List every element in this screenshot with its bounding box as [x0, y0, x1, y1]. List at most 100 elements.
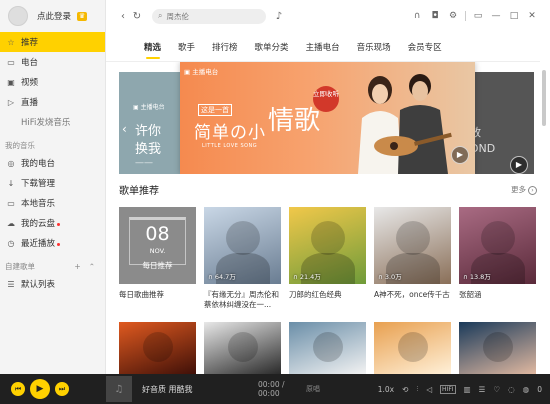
playlist-card[interactable] — [289, 322, 366, 374]
playlist-title[interactable]: 每日歌曲推荐 — [119, 290, 196, 310]
playlist-cover[interactable]: ∩ 3.0万 — [374, 207, 451, 284]
playlist-cover[interactable] — [459, 322, 536, 374]
playlist-title[interactable]: 张韶涵 — [459, 290, 536, 310]
voice-search-icon[interactable]: ♪ — [272, 11, 286, 22]
skin-icon[interactable]: ◘ — [429, 11, 441, 21]
desktop-lyric-icon[interactable]: ▥ — [464, 385, 471, 394]
tab-1[interactable]: 歌手 — [178, 38, 195, 58]
download-icon: ↓ — [7, 178, 15, 188]
playlist-cover[interactable] — [289, 322, 366, 374]
playlist-card[interactable] — [119, 322, 196, 374]
playlist-icon[interactable]: ☰ — [479, 385, 486, 394]
banner-right[interactable]: 放 DND ▶ — [468, 72, 534, 174]
volume-icon[interactable]: ◁ — [426, 385, 432, 394]
share-icon[interactable]: ◍ — [523, 385, 530, 394]
refresh-icon[interactable]: ↻ — [130, 11, 144, 22]
sidebar-item-download[interactable]: ↓ 下载管理 — [0, 173, 105, 193]
playlist-cover[interactable] — [119, 322, 196, 374]
add-playlist-icon[interactable]: + — [74, 262, 80, 271]
playlist-card[interactable] — [204, 322, 281, 374]
listen-now-button[interactable]: 立即收听 — [313, 86, 339, 112]
equalizer-icon[interactable]: ⫶ — [416, 384, 418, 394]
playlist-card[interactable]: ∩ 13.8万张韶涵 — [459, 207, 536, 310]
collapse-icon[interactable]: ⌃ — [89, 262, 95, 271]
playlist-card[interactable] — [459, 322, 536, 374]
more-label: 更多 — [511, 185, 526, 194]
vocal-toggle[interactable]: 原唱 — [306, 384, 324, 394]
playlist-cover[interactable]: ∩ 13.8万 — [459, 207, 536, 284]
tab-4[interactable]: 主播电台 — [306, 38, 340, 58]
banner-carousel[interactable]: ▣ 主播电台 许你 换我 —— ‹ 放 DND ▶ ▣ 主播电台 这是一首 简单… — [106, 62, 540, 174]
settings-icon[interactable]: ⚙ — [447, 11, 459, 21]
tab-6[interactable]: 会员专区 — [408, 38, 442, 58]
section-title: 歌单推荐 — [119, 186, 159, 197]
minimize-icon[interactable]: — — [490, 11, 502, 21]
hifi-button[interactable]: HIFI — [440, 384, 456, 394]
search-input[interactable] — [166, 11, 247, 21]
prev-banner-icon[interactable]: ‹ — [122, 122, 127, 136]
maximize-icon[interactable]: □ — [508, 11, 520, 21]
loop-icon[interactable]: ⟲ — [402, 385, 408, 394]
sidebar-item-local-music[interactable]: ▭ 本地音乐 — [0, 193, 105, 213]
section-title: 自建歌单 — [5, 262, 35, 271]
sidebar-item-label: 本地音乐 — [21, 199, 56, 209]
playlist-card[interactable]: ∩ 21.4万刀郎的红色经典 — [289, 207, 366, 310]
back-icon[interactable]: ‹ — [116, 11, 130, 22]
sidebar-item-hifi[interactable]: HiFi发烧音乐 — [0, 112, 105, 132]
playlist-card[interactable]: 08 NOV. 每日推荐每日歌曲推荐 — [119, 207, 196, 310]
banner-main[interactable]: ▣ 主播电台 这是一首 简单の小 情歌 LITTLE LOVE SONG 立即收… — [180, 62, 475, 174]
sidebar-item-live[interactable]: ▷ 直播 — [0, 92, 105, 112]
playlist-cover[interactable]: 08 NOV. 每日推荐 — [119, 207, 196, 284]
playlist-cover[interactable]: ∩ 64.7万 — [204, 207, 281, 284]
comment-icon[interactable]: ◌ — [508, 385, 515, 394]
more-link[interactable]: 更多 › — [511, 184, 537, 195]
sidebar-item-list[interactable]: ☰ 默认列表 — [0, 274, 105, 294]
previous-icon[interactable]: ⏮ — [11, 382, 25, 396]
playlist-cover[interactable] — [204, 322, 281, 374]
tab-3[interactable]: 歌单分类 — [255, 38, 289, 58]
speed-button[interactable]: 1.0x — [378, 385, 394, 394]
play-count: ∩ 13.8万 — [463, 271, 491, 281]
day-number: 08 — [145, 223, 170, 245]
playlist-card[interactable]: ∩ 64.7万『有缘无分』周杰伦和蔡依林纠缠没在一... — [204, 207, 281, 310]
playlist-title[interactable]: A神不死，once传千古 — [374, 290, 451, 310]
tab-5[interactable]: 音乐现场 — [357, 38, 391, 58]
playlist-title[interactable]: 刀郎的红色经典 — [289, 290, 366, 310]
playlist-cover[interactable]: ∩ 21.4万 — [289, 207, 366, 284]
banner-text: —— — [135, 158, 153, 168]
sidebar-item-star[interactable]: ☆ 推荐 — [0, 32, 105, 52]
sidebar-item-cloud[interactable]: ☁ 我的云盘 — [0, 213, 105, 233]
sidebar-item-label: 我的电台 — [21, 159, 56, 169]
search-box[interactable]: ⌕ — [152, 8, 266, 24]
sidebar-item-radio[interactable]: ▭ 电台 — [0, 52, 105, 72]
playlist-card[interactable]: ∩ 3.0万 A神不死，once传千古 — [374, 207, 451, 310]
banner-tag: ▣ 主播电台 — [133, 104, 165, 111]
playlist-title[interactable]: 『有缘无分』周杰伦和蔡依林纠缠没在一... — [204, 290, 281, 310]
play-icon[interactable]: ▶ — [510, 156, 528, 174]
sidebar-item-label: 视频 — [21, 78, 39, 88]
user-area[interactable]: 点此登录 ♛ — [0, 0, 105, 32]
sidebar-item-video[interactable]: ▣ 视频 — [0, 72, 105, 92]
sidebar-item-label: 最近播放 — [21, 239, 56, 249]
tab-0[interactable]: 精选 — [144, 38, 161, 58]
mini-mode-icon[interactable]: ▭ — [472, 11, 484, 21]
banner-text: 许你 — [135, 124, 162, 139]
close-icon[interactable]: ✕ — [526, 11, 538, 21]
play-icon[interactable]: ▶ — [451, 146, 469, 164]
login-link[interactable]: 点此登录 — [37, 10, 71, 22]
next-icon[interactable]: ⏭ — [55, 382, 69, 396]
sidebar-item-location[interactable]: ◎ 我的电台 — [0, 153, 105, 173]
playlist-cover[interactable] — [374, 322, 451, 374]
headphones-icon[interactable]: ∩ — [411, 11, 423, 21]
tab-2[interactable]: 排行榜 — [212, 38, 238, 58]
vip-crown-icon[interactable]: ♛ — [77, 11, 88, 21]
album-thumbnail[interactable]: ♫ — [106, 376, 132, 402]
play-button[interactable]: ▶ — [30, 379, 50, 399]
sidebar-item-history[interactable]: ◷ 最近播放 — [0, 233, 105, 253]
like-icon[interactable]: ♡ — [493, 385, 500, 394]
scrollbar[interactable] — [542, 70, 546, 126]
playlist-card[interactable] — [374, 322, 451, 374]
avatar[interactable] — [8, 6, 28, 26]
top-bar: ‹ ↻ ⌕ ♪ ∩ ◘ ⚙ ▭ — □ ✕ — [106, 0, 550, 32]
sidebar: 点此登录 ♛ ☆ 推荐 ▭ 电台 ▣ 视频 ▷ 直播 HiFi发烧音乐 我的音乐 ◎ 我的电台 ↓ 下… — [0, 0, 106, 374]
